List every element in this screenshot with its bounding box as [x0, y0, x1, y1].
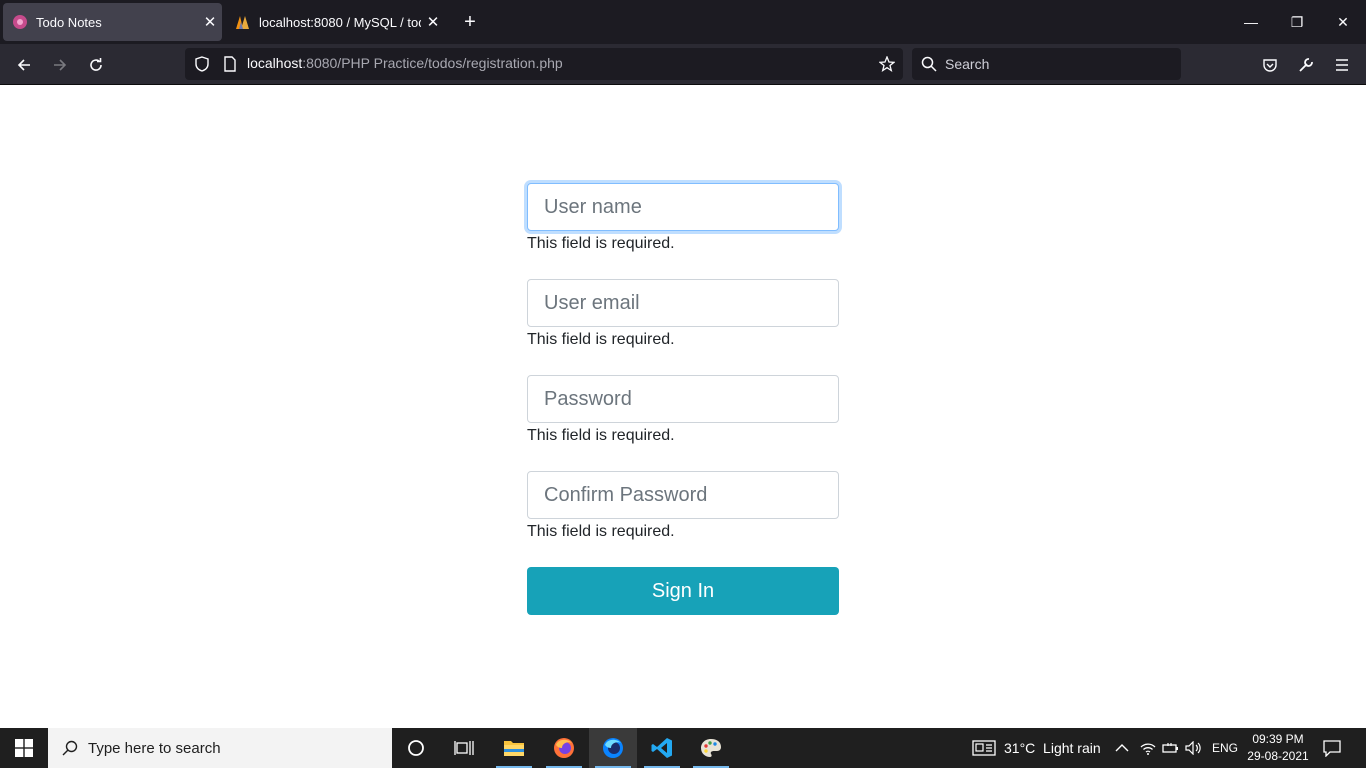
password-input[interactable] [527, 375, 839, 423]
firefox-developer-icon[interactable] [589, 728, 637, 768]
wrench-icon[interactable] [1293, 52, 1319, 78]
weather-text: 31°C Light rain [1004, 740, 1101, 756]
tab-title: localhost:8080 / MySQL / todos [259, 14, 421, 30]
taskbar-search-box[interactable]: Type here to search [48, 728, 392, 768]
close-tab-icon[interactable]: ✕ [198, 13, 222, 31]
volume-icon[interactable] [1185, 728, 1203, 768]
search-icon [921, 56, 937, 72]
task-view-icon[interactable] [440, 728, 488, 768]
paint-icon[interactable] [687, 728, 735, 768]
back-arrow-icon[interactable] [11, 52, 37, 78]
battery-icon[interactable] [1162, 728, 1180, 768]
windows-taskbar: Type here to search 31°C Light rain ENG [0, 728, 1366, 768]
url-path: :8080/PHP Practice/todos/registration.ph… [302, 55, 563, 71]
vscode-icon[interactable] [638, 728, 686, 768]
bookmark-star-icon[interactable] [878, 55, 896, 72]
close-tab-icon[interactable]: ✕ [421, 13, 445, 31]
firefox-icon[interactable] [540, 728, 588, 768]
confirm-password-input[interactable] [527, 471, 839, 519]
email-error: This field is required. [527, 331, 675, 348]
browser-search-bar[interactable]: Search [912, 48, 1181, 80]
page-icon [223, 56, 237, 72]
url-host: localhost [247, 55, 303, 71]
address-bar[interactable]: localhost:8080/PHP Practice/todos/regist… [185, 48, 903, 80]
hamburger-menu-icon[interactable] [1329, 52, 1355, 78]
forward-arrow-icon[interactable] [47, 52, 73, 78]
clock-date: 29-08-2021 [1247, 749, 1309, 763]
username-input[interactable] [527, 183, 839, 231]
shield-icon[interactable] [194, 56, 210, 72]
clock-time: 09:39 PM [1252, 732, 1304, 746]
news-weather-icon [972, 740, 996, 756]
close-window-icon[interactable]: ✕ [1320, 0, 1366, 44]
tab-title: Todo Notes [36, 14, 102, 30]
restore-icon[interactable]: ❐ [1274, 0, 1320, 44]
wifi-icon[interactable] [1140, 728, 1156, 768]
minimize-icon[interactable]: — [1228, 0, 1274, 44]
app-favicon-icon [12, 14, 28, 30]
new-tab-plus-icon[interactable]: + [458, 10, 482, 34]
browser-tab-strip: Todo Notes ✕ localhost:8080 / MySQL / to… [0, 0, 1366, 44]
language-indicator[interactable]: ENG [1212, 728, 1238, 768]
pocket-icon[interactable] [1257, 52, 1283, 78]
password-error: This field is required. [527, 427, 675, 444]
system-clock[interactable]: 09:39 PM 29-08-2021 [1244, 731, 1312, 765]
url-text[interactable]: localhost:8080/PHP Practice/todos/regist… [247, 55, 563, 73]
email-input[interactable] [527, 279, 839, 327]
weather-widget[interactable]: 31°C Light rain [972, 728, 1101, 768]
phpmyadmin-favicon-icon [235, 14, 251, 30]
reload-icon[interactable] [83, 52, 109, 78]
file-explorer-icon[interactable] [490, 728, 538, 768]
search-icon [62, 740, 78, 756]
confirm-password-error: This field is required. [527, 523, 675, 540]
sign-in-button[interactable]: Sign In [527, 567, 839, 615]
registration-form: This field is required. This field is re… [527, 183, 839, 615]
windows-start-icon[interactable] [0, 728, 48, 768]
tab-todo-notes[interactable]: Todo Notes ✕ [3, 3, 222, 41]
username-error: This field is required. [527, 235, 675, 252]
cortana-icon[interactable] [392, 728, 440, 768]
tab-phpmyadmin[interactable]: localhost:8080 / MySQL / todos ✕ [226, 3, 445, 41]
show-hidden-icons-chevron-icon[interactable] [1115, 728, 1129, 768]
browser-toolbar: localhost:8080/PHP Practice/todos/regist… [0, 44, 1366, 85]
notification-center-icon[interactable] [1323, 728, 1341, 768]
taskbar-search-placeholder: Type here to search [88, 739, 221, 757]
search-placeholder: Search [945, 56, 990, 72]
